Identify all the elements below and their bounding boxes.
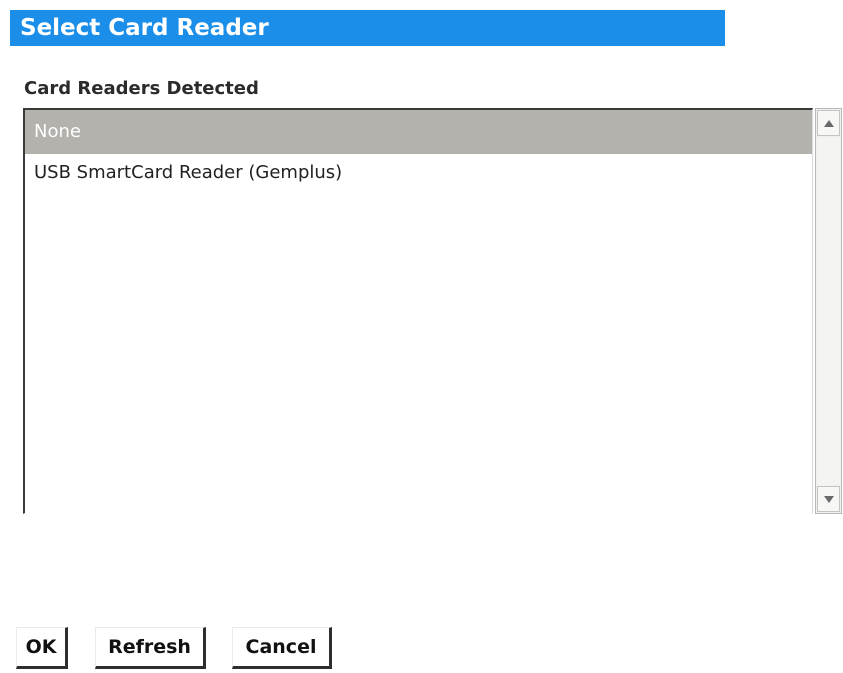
dialog-title: Select Card Reader [10, 10, 725, 46]
list-item-none[interactable]: None [25, 110, 812, 154]
refresh-button[interactable]: Refresh [95, 627, 206, 669]
card-readers-label: Card Readers Detected [24, 78, 259, 99]
vertical-scrollbar[interactable] [815, 108, 842, 514]
cancel-button[interactable]: Cancel [232, 627, 332, 669]
card-reader-list: None USB SmartCard Reader (Gemplus) [25, 110, 812, 513]
scroll-track[interactable] [817, 137, 840, 485]
arrow-down-icon [823, 495, 834, 503]
ok-button[interactable]: OK [16, 627, 68, 669]
card-reader-listbox[interactable]: None USB SmartCard Reader (Gemplus) [23, 108, 813, 514]
scroll-up-button[interactable] [817, 110, 840, 136]
arrow-up-icon [823, 119, 834, 127]
select-card-reader-dialog: Select Card Reader Card Readers Detected… [0, 0, 843, 673]
scroll-down-button[interactable] [817, 486, 840, 512]
list-item-usb-smartcard-reader[interactable]: USB SmartCard Reader (Gemplus) [25, 154, 812, 192]
